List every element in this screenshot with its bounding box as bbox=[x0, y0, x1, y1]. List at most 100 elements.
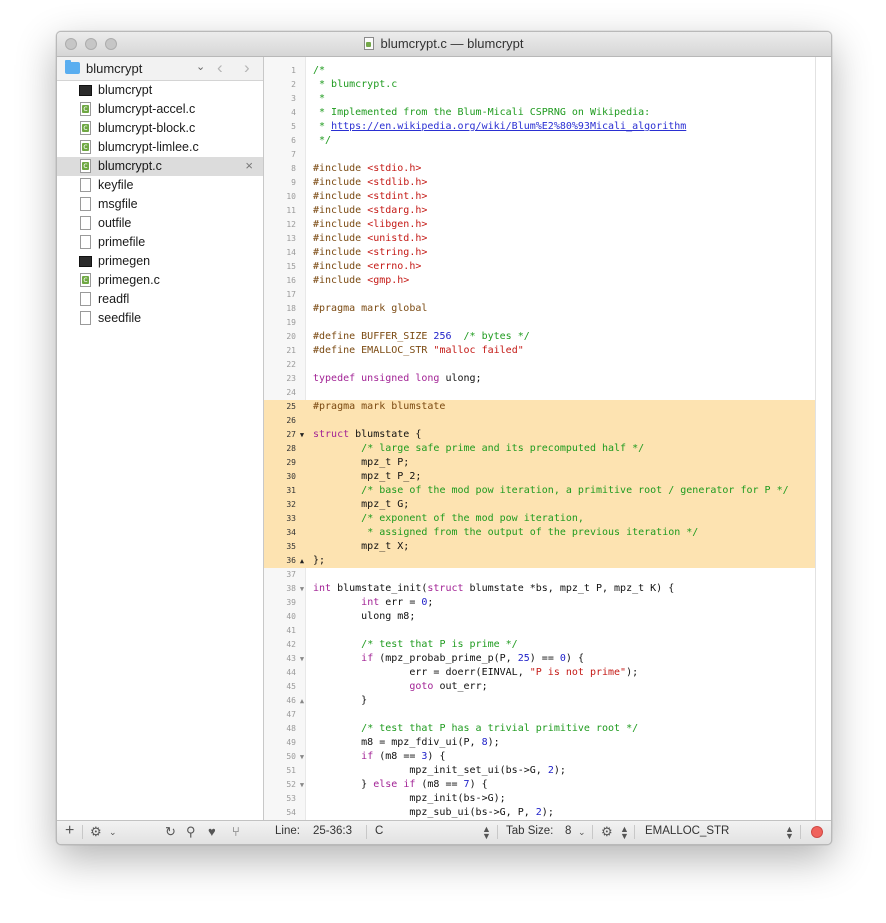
fold-close-icon[interactable]: ▲ bbox=[297, 554, 307, 568]
file-item[interactable]: primegen bbox=[57, 252, 263, 271]
code-line[interactable]: 22 bbox=[264, 358, 816, 372]
code-line[interactable]: 51 mpz_init_set_ui(bs->G, 2); bbox=[264, 764, 816, 778]
code-line[interactable]: 21 #define EMALLOC_STR "malloc failed" bbox=[264, 344, 816, 358]
chevron-down-icon[interactable]: ⌄ bbox=[109, 827, 117, 838]
code-line[interactable]: 28 /* large safe prime and its precomput… bbox=[264, 442, 816, 456]
gear-icon[interactable]: ⚙ bbox=[601, 824, 613, 840]
code-line[interactable]: 2 * blumcrypt.c bbox=[264, 78, 816, 92]
code-line[interactable]: 18 #pragma mark global bbox=[264, 302, 816, 316]
line-value[interactable]: 25-36:3 bbox=[313, 825, 352, 837]
file-item[interactable]: blumcrypt-accel.c bbox=[57, 100, 263, 119]
file-item[interactable]: outfile bbox=[57, 214, 263, 233]
code-line[interactable]: 40 ulong m8; bbox=[264, 610, 816, 624]
code-line[interactable]: 11 #include <stdarg.h> bbox=[264, 204, 816, 218]
code-line[interactable]: 46 ▲ } bbox=[264, 694, 816, 708]
code-line[interactable]: 50 ▼ if (m8 == 3) { bbox=[264, 750, 816, 764]
code-line[interactable]: 7 bbox=[264, 148, 816, 162]
fold-open-icon[interactable]: ▼ bbox=[297, 652, 307, 666]
code-line[interactable]: 42 /* test that P is prime */ bbox=[264, 638, 816, 652]
code-line[interactable]: 27 ▼ struct blumstate { bbox=[264, 428, 816, 442]
code-line[interactable]: 48 /* test that P has a trivial primitiv… bbox=[264, 722, 816, 736]
code-line[interactable]: 54 mpz_sub_ui(bs->G, P, 2); bbox=[264, 806, 816, 820]
chevron-down-icon[interactable]: ⌄ bbox=[578, 827, 586, 838]
code-line[interactable]: 15 #include <errno.h> bbox=[264, 260, 816, 274]
code-line[interactable]: 9 #include <stdlib.h> bbox=[264, 176, 816, 190]
code-editor[interactable]: 1/* 2 * blumcrypt.c 3 * 4 * Implemented fro… bbox=[264, 57, 831, 820]
code-line[interactable]: 17 bbox=[264, 288, 816, 302]
code-area[interactable]: 1/* 2 * blumcrypt.c 3 * 4 * Implemented fro… bbox=[264, 64, 816, 820]
code-line[interactable]: 25 #pragma mark blumstate bbox=[264, 400, 816, 414]
code-line[interactable]: 49 m8 = mpz_fdiv_ui(P, 8); bbox=[264, 736, 816, 750]
record-macro-icon[interactable] bbox=[811, 826, 823, 838]
code-line[interactable]: 39 int err = 0; bbox=[264, 596, 816, 610]
code-line[interactable]: 1 /* bbox=[264, 64, 816, 78]
folder-name[interactable]: blumcrypt bbox=[86, 61, 142, 76]
fold-open-icon[interactable]: ▼ bbox=[297, 428, 307, 442]
chevron-down-icon[interactable]: ⌄ bbox=[196, 60, 205, 73]
code-line[interactable]: 34 * assigned from the output of the pre… bbox=[264, 526, 816, 540]
code-line[interactable]: 43 ▼ if (mpz_probab_prime_p(P, 25) == 0) … bbox=[264, 652, 816, 666]
code-line[interactable]: 5 * https://en.wikipedia.org/wiki/Blum%E… bbox=[264, 120, 816, 134]
code-line[interactable]: 20 #define BUFFER_SIZE 256 /* bytes */ bbox=[264, 330, 816, 344]
code-line[interactable]: 47 bbox=[264, 708, 816, 722]
code-line[interactable]: 3 * bbox=[264, 92, 816, 106]
file-item[interactable]: msgfile bbox=[57, 195, 263, 214]
code-line[interactable]: 38 ▼ int blumstate_init(struct blumstate *… bbox=[264, 582, 816, 596]
code-line[interactable]: 23 typedef unsigned long ulong; bbox=[264, 372, 816, 386]
code-line[interactable]: 36 ▲}; bbox=[264, 554, 816, 568]
symbol-popup-arrows-icon[interactable]: ▲ ▼ bbox=[785, 825, 794, 841]
back-arrow-icon[interactable]: ‹ bbox=[217, 58, 223, 78]
code-line[interactable]: 29 mpz_t P; bbox=[264, 456, 816, 470]
code-line[interactable]: 31 /* base of the mod pow iteration, a p… bbox=[264, 484, 816, 498]
close-file-icon[interactable]: × bbox=[245, 158, 253, 173]
code-line[interactable]: 14 #include <string.h> bbox=[264, 246, 816, 260]
add-icon[interactable]: + bbox=[65, 822, 74, 840]
code-line[interactable]: 4 * Implemented from the Blum-Micali CSP… bbox=[264, 106, 816, 120]
code-line[interactable]: 52 ▼ } else if (m8 == 7) { bbox=[264, 778, 816, 792]
heart-icon[interactable]: ♥ bbox=[208, 824, 216, 839]
file-item[interactable]: readfl bbox=[57, 290, 263, 309]
code-line[interactable]: 33 /* exponent of the mod pow iteration, bbox=[264, 512, 816, 526]
file-item[interactable]: primegen.c bbox=[57, 271, 263, 290]
code-line[interactable]: 44 err = doerr(EINVAL, "P is not prime")… bbox=[264, 666, 816, 680]
file-item[interactable]: seedfile bbox=[57, 309, 263, 328]
fold-close-icon[interactable]: ▲ bbox=[297, 694, 307, 708]
code-line[interactable]: 45 goto out_err; bbox=[264, 680, 816, 694]
file-item[interactable]: blumcrypt bbox=[57, 81, 263, 100]
code-line[interactable]: 6 */ bbox=[264, 134, 816, 148]
fold-open-icon[interactable]: ▼ bbox=[297, 750, 307, 764]
vertical-scrollbar[interactable] bbox=[815, 57, 831, 820]
language-selector[interactable]: C bbox=[375, 825, 383, 837]
code-line[interactable]: 41 bbox=[264, 624, 816, 638]
fold-open-icon[interactable]: ▼ bbox=[297, 778, 307, 792]
code-line[interactable]: 24 bbox=[264, 386, 816, 400]
code-line[interactable]: 12 #include <libgen.h> bbox=[264, 218, 816, 232]
url-link[interactable]: https://en.wikipedia.org/wiki/Blum%E2%80… bbox=[331, 121, 686, 132]
file-item[interactable]: blumcrypt.c × bbox=[57, 157, 263, 176]
gear-icon[interactable]: ⚙ bbox=[90, 824, 102, 840]
settings-popup-arrows-icon[interactable]: ▲ ▼ bbox=[620, 825, 629, 841]
file-item[interactable]: primefile bbox=[57, 233, 263, 252]
code-line[interactable]: 32 mpz_t G; bbox=[264, 498, 816, 512]
symbol-selector[interactable]: EMALLOC_STR bbox=[645, 825, 729, 837]
language-popup-arrows-icon[interactable]: ▲ ▼ bbox=[482, 825, 491, 841]
tab-size-value[interactable]: 8 bbox=[565, 825, 571, 837]
fold-open-icon[interactable]: ▼ bbox=[297, 582, 307, 596]
code-line[interactable]: 53 mpz_init(bs->G); bbox=[264, 792, 816, 806]
search-icon[interactable]: ⚲ bbox=[186, 824, 196, 840]
forward-arrow-icon[interactable]: › bbox=[244, 58, 250, 78]
file-item[interactable]: blumcrypt-block.c bbox=[57, 119, 263, 138]
file-item[interactable]: blumcrypt-limlee.c bbox=[57, 138, 263, 157]
code-line[interactable]: 26 bbox=[264, 414, 816, 428]
code-line[interactable]: 35 mpz_t X; bbox=[264, 540, 816, 554]
code-line[interactable]: 30 mpz_t P_2; bbox=[264, 470, 816, 484]
code-line[interactable]: 13 #include <unistd.h> bbox=[264, 232, 816, 246]
code-line[interactable]: 16 #include <gmp.h> bbox=[264, 274, 816, 288]
code-line[interactable]: 37 bbox=[264, 568, 816, 582]
code-line[interactable]: 8 #include <stdio.h> bbox=[264, 162, 816, 176]
file-item[interactable]: keyfile bbox=[57, 176, 263, 195]
branch-icon[interactable]: ⑂ bbox=[232, 824, 240, 839]
refresh-icon[interactable]: ↻ bbox=[165, 824, 176, 840]
code-line[interactable]: 10 #include <stdint.h> bbox=[264, 190, 816, 204]
code-line[interactable]: 19 bbox=[264, 316, 816, 330]
